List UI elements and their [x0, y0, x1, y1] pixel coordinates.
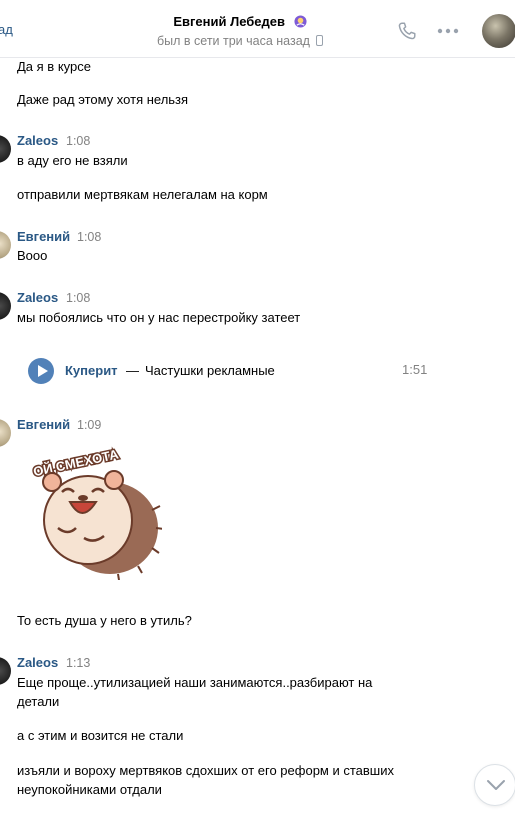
- message-text: изъяли и вороху мертвяков сдохших от его…: [17, 763, 394, 778]
- author-name[interactable]: Zaleos: [17, 655, 58, 670]
- audio-title[interactable]: Частушки рекламные: [145, 363, 275, 378]
- avatar[interactable]: [0, 231, 11, 259]
- contact-avatar[interactable]: [482, 14, 515, 48]
- message-time[interactable]: 1:08: [66, 291, 90, 305]
- audio-duration: 1:51: [402, 362, 428, 377]
- message-time[interactable]: 1:08: [77, 230, 101, 244]
- audio-separator: —: [126, 363, 139, 378]
- message-time[interactable]: 1:13: [66, 656, 90, 670]
- message-text: Еще проще..утилизацией наши занимаются..…: [17, 675, 373, 690]
- message-text: в аду его не взяли: [17, 153, 128, 168]
- message-text: Да я в курсе: [17, 59, 91, 74]
- chat-header: ад Евгений Лебедев был в сети три часа н…: [0, 0, 515, 58]
- message-text: То есть душа у него в утиль?: [17, 613, 192, 628]
- message-text: неупокойниками отдали: [17, 782, 162, 797]
- hedgehog-sticker-icon[interactable]: ОЙ,СМЕХОТА ОЙ,СМЕХОТА: [22, 440, 162, 580]
- message-time[interactable]: 1:08: [66, 134, 90, 148]
- mobile-icon: [315, 35, 323, 46]
- chevron-down-icon: [487, 780, 505, 790]
- audio-artist[interactable]: Куперит: [65, 363, 118, 378]
- back-link[interactable]: ад: [0, 22, 13, 37]
- more-icon[interactable]: [437, 28, 459, 34]
- message-text: а с этим и возится не стали: [17, 728, 184, 743]
- play-icon[interactable]: [28, 358, 54, 384]
- message-text: Вооо: [17, 248, 48, 263]
- avatar[interactable]: [0, 292, 11, 320]
- avatar[interactable]: [0, 135, 11, 163]
- message-time[interactable]: 1:09: [77, 418, 101, 432]
- message-text: детали: [17, 694, 60, 709]
- avatar[interactable]: [0, 419, 11, 447]
- author-name[interactable]: Евгений: [17, 229, 70, 244]
- message-text: Даже рад этому хотя нельзя: [17, 92, 189, 107]
- scroll-to-bottom-button[interactable]: [474, 764, 515, 806]
- author-name[interactable]: Евгений: [17, 417, 70, 432]
- contact-name[interactable]: Евгений Лебедев: [173, 14, 285, 29]
- verified-badge-icon: [294, 15, 307, 28]
- author-name[interactable]: Zaleos: [17, 133, 58, 148]
- message-text: отправили мертвякам нелегалам на корм: [17, 187, 268, 202]
- header-title-block: Евгений Лебедев был в сети три часа наза…: [100, 14, 380, 48]
- message-text: мы побоялись что он у нас перестройку за…: [17, 310, 301, 325]
- phone-icon[interactable]: [396, 20, 418, 42]
- avatar[interactable]: [0, 657, 11, 685]
- online-status: был в сети три часа назад: [100, 34, 380, 48]
- author-name[interactable]: Zaleos: [17, 290, 58, 305]
